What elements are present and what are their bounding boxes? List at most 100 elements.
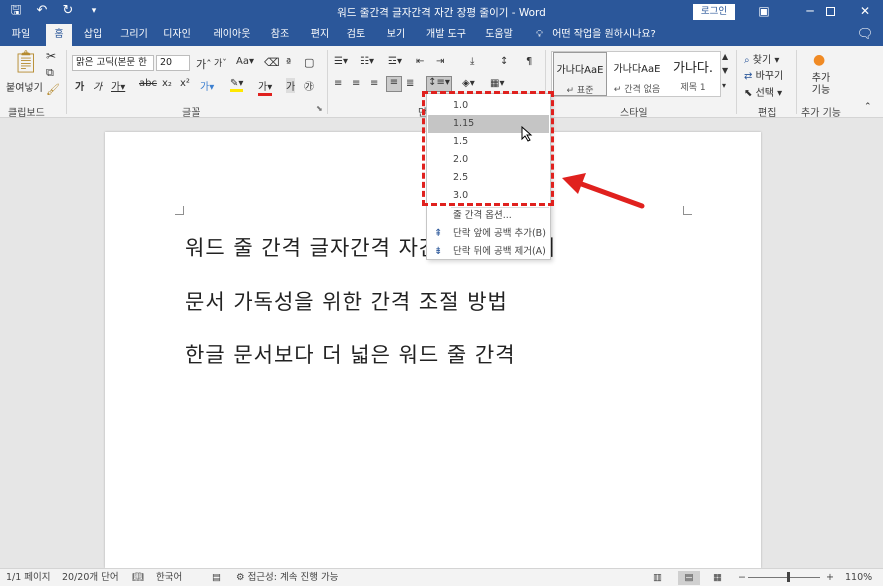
change-case-icon[interactable]: Aa▾ bbox=[236, 56, 254, 67]
red-arrow-icon bbox=[562, 173, 645, 209]
increase-indent-icon[interactable]: ⇥ bbox=[436, 56, 444, 67]
show-marks-icon[interactable]: ¶ bbox=[526, 56, 532, 67]
crop-mark bbox=[175, 206, 184, 215]
zoom-slider-thumb[interactable] bbox=[787, 572, 790, 582]
shrink-font-icon[interactable]: 가ˇ bbox=[214, 56, 227, 69]
find-button[interactable]: ⌕ 찾기 ▾ bbox=[744, 51, 779, 66]
phonetic-guide-icon[interactable]: ª bbox=[286, 56, 291, 69]
login-button[interactable]: 로그인 bbox=[693, 4, 735, 20]
comments-icon[interactable]: 🗨︎ bbox=[856, 26, 874, 44]
underline-icon[interactable]: 가▾ bbox=[111, 78, 125, 93]
space-before-icon: ⇞ bbox=[434, 228, 443, 239]
bold-icon[interactable]: 가 bbox=[75, 78, 84, 93]
numbering-icon[interactable]: ☷▾ bbox=[360, 56, 374, 67]
highlight-icon[interactable]: ✎▾ bbox=[230, 78, 244, 92]
char-shading-icon[interactable]: 가 bbox=[286, 78, 296, 93]
align-right-icon[interactable]: ≡ bbox=[370, 78, 378, 89]
read-mode-icon[interactable]: ▥ bbox=[653, 571, 662, 585]
clear-format-icon[interactable]: ⌫ bbox=[264, 56, 280, 69]
tab-insert[interactable]: 삽입 bbox=[80, 24, 106, 46]
sort-icon[interactable]: ↕ bbox=[500, 56, 508, 67]
remove-space-after-label: 단락 뒤에 공백 제거(A) bbox=[453, 246, 546, 257]
word-count[interactable]: 20/20개 단어 bbox=[62, 571, 119, 585]
tell-me-search[interactable]: 💡︎ 어떤 작업을 원하시나요? bbox=[536, 24, 656, 46]
page-count[interactable]: 1/1 페이지 bbox=[6, 571, 51, 585]
font-size-field[interactable]: 20 bbox=[156, 55, 190, 71]
zoom-level[interactable]: 110% bbox=[845, 571, 872, 585]
asian-layout-icon[interactable]: ⤓ bbox=[470, 56, 474, 67]
line-spacing-options-item[interactable]: 줄 간격 옵션... bbox=[428, 207, 549, 225]
multilevel-list-icon[interactable]: ☲▾ bbox=[388, 56, 402, 67]
web-layout-icon[interactable]: ▦ bbox=[713, 571, 722, 585]
tab-file[interactable]: 파일 bbox=[6, 24, 36, 46]
align-left-icon[interactable]: ≡ bbox=[334, 78, 342, 89]
addins-group-label: 추가 기능 bbox=[801, 108, 841, 119]
copy-icon[interactable]: ⧉ bbox=[46, 66, 54, 80]
language-indicator[interactable]: 한국어 bbox=[156, 571, 182, 585]
zoom-in-icon[interactable]: + bbox=[826, 571, 834, 585]
tab-layout[interactable]: 레이아웃 bbox=[208, 24, 256, 46]
italic-icon[interactable]: 가 bbox=[93, 78, 102, 93]
distributed-icon[interactable]: ≣ bbox=[406, 78, 414, 89]
tab-design[interactable]: 디자인 bbox=[159, 24, 195, 46]
format-painter-icon[interactable]: 🖌︎ bbox=[46, 83, 60, 96]
subscript-icon[interactable]: x₂ bbox=[162, 78, 172, 89]
remove-space-after-item[interactable]: ⇟ 단락 뒤에 공백 제거(A) bbox=[428, 243, 549, 261]
align-center-icon[interactable]: ≡ bbox=[352, 78, 360, 89]
zoom-out-icon[interactable]: − bbox=[738, 571, 746, 585]
line-spacing-icon[interactable]: ↕≡▾ bbox=[426, 76, 452, 92]
font-dialog-launcher-icon[interactable]: ⬊ bbox=[316, 104, 323, 113]
addins-button[interactable]: 추가 기능 bbox=[808, 73, 834, 97]
tab-references[interactable]: 참조 bbox=[266, 24, 294, 46]
ribbon-display-icon[interactable]: ▣ bbox=[746, 0, 782, 24]
accessibility-status[interactable]: ⚙ 접근성: 계속 진행 가능 bbox=[236, 571, 338, 585]
accessibility-icon: ⚙ bbox=[236, 572, 245, 583]
font-color-icon[interactable]: 가▾ bbox=[258, 78, 273, 96]
close-icon[interactable]: ✕ bbox=[847, 0, 883, 24]
tab-developer[interactable]: 개발 도구 bbox=[420, 24, 472, 46]
styles-scroll-up-icon[interactable]: ▲ bbox=[722, 52, 728, 61]
proofing-icon[interactable]: 📖︎ bbox=[132, 571, 144, 585]
shading-icon[interactable]: ◈▾ bbox=[462, 78, 475, 89]
cut-icon[interactable]: ✂ bbox=[46, 49, 56, 63]
collapse-ribbon-icon[interactable]: ⌃ bbox=[864, 102, 872, 112]
document-line[interactable]: 문서 가독성을 위한 간격 조절 방법 bbox=[185, 286, 508, 316]
enclose-chars-icon[interactable]: ㉮ bbox=[304, 78, 314, 93]
add-space-before-item[interactable]: ⇞ 단락 앞에 공백 추가(B) bbox=[428, 225, 549, 243]
style-no-spacing[interactable]: 가나다AaE ↵ 간격 없음 bbox=[609, 52, 665, 96]
tab-help[interactable]: 도움말 bbox=[481, 24, 517, 46]
text-effects-icon[interactable]: 가▾ bbox=[200, 78, 214, 93]
print-layout-icon[interactable]: ▤ bbox=[678, 571, 700, 585]
highlight-box bbox=[422, 91, 554, 206]
zoom-slider[interactable] bbox=[748, 577, 820, 578]
style-normal[interactable]: 가나다AaE ↵ 표준 bbox=[553, 52, 607, 96]
tab-view[interactable]: 보기 bbox=[382, 24, 410, 46]
styles-scroll-down-icon[interactable]: ▼ bbox=[722, 66, 728, 75]
style-no-spacing-name: ↵ 간격 없음 bbox=[613, 85, 661, 95]
find-label: 찾기 bbox=[752, 55, 772, 66]
borders-icon[interactable]: ▦▾ bbox=[490, 78, 504, 89]
decrease-indent-icon[interactable]: ⇤ bbox=[416, 56, 424, 67]
bullets-icon[interactable]: ☰▾ bbox=[334, 56, 348, 67]
strikethrough-icon[interactable]: abc bbox=[139, 78, 157, 89]
tab-home[interactable]: 홈 bbox=[46, 24, 72, 46]
styles-more-icon[interactable]: ▾ bbox=[722, 81, 726, 90]
style-heading1[interactable]: 가나다. 제목 1 bbox=[666, 52, 720, 96]
paste-icon[interactable]: 📋︎ bbox=[10, 50, 42, 80]
char-border-icon[interactable]: ▢ bbox=[304, 56, 314, 69]
paste-button[interactable]: 붙여넣기 bbox=[6, 79, 43, 94]
addins-icon[interactable]: ● bbox=[813, 52, 825, 68]
select-button[interactable]: ⬉ 선택 ▾ bbox=[744, 84, 782, 99]
grow-font-icon[interactable]: 가ˆ bbox=[196, 56, 212, 72]
macro-record-icon[interactable]: ▤ bbox=[212, 571, 221, 585]
tab-mailings[interactable]: 편지 bbox=[306, 24, 334, 46]
justify-icon[interactable]: ≡ bbox=[386, 76, 402, 92]
maximize-icon[interactable] bbox=[812, 0, 848, 24]
superscript-icon[interactable]: x² bbox=[180, 78, 190, 89]
font-name-field[interactable]: 맑은 고딕(본문 한 bbox=[72, 55, 154, 71]
document-line[interactable]: 한글 문서보다 더 넓은 워드 줄 간격 bbox=[185, 339, 516, 369]
replace-button[interactable]: ⇄ 바꾸기 bbox=[744, 67, 783, 82]
tab-review[interactable]: 검토 bbox=[342, 24, 370, 46]
tab-draw[interactable]: 그리기 bbox=[116, 24, 152, 46]
add-space-before-label: 단락 앞에 공백 추가(B) bbox=[453, 228, 546, 239]
